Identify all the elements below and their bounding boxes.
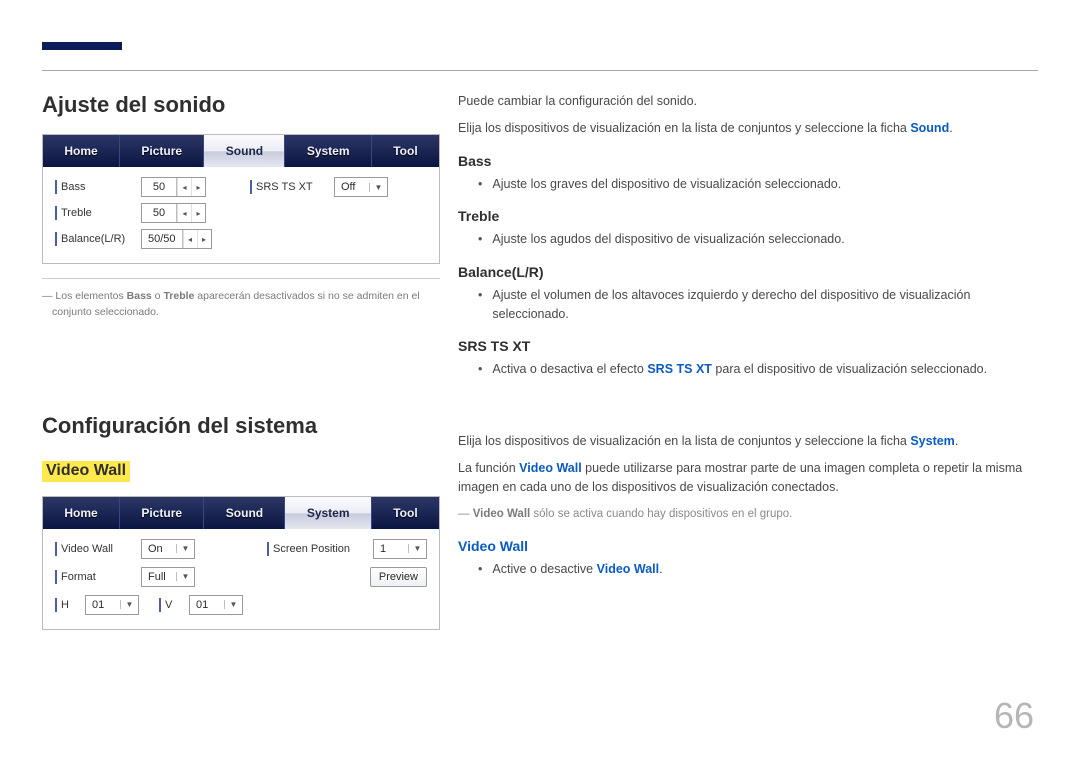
bullet-srs: Activa o desactiva el efecto SRS TS XT p…	[458, 360, 1038, 379]
tab-sound-2[interactable]: Sound	[204, 497, 285, 529]
page-number: 66	[994, 695, 1034, 737]
sound-intro-1: Puede cambiar la configuración del sonid…	[458, 92, 1038, 111]
bullet-videowall: Active o desactive Video Wall.	[458, 560, 1038, 579]
sound-footnote: ― Los elementos Bass o Treble aparecerán…	[42, 289, 440, 321]
sound-panel: Home Picture Sound System Tool Bass 50 ◂…	[42, 134, 440, 264]
tab-tool[interactable]: Tool	[372, 135, 439, 167]
label-format: Format	[55, 570, 135, 584]
system-panel-body: Video Wall On ▼ Screen Position 1 ▼	[43, 529, 439, 629]
heading-treble: Treble	[458, 208, 1038, 224]
arrow-left-icon[interactable]: ◂	[177, 178, 191, 196]
system-panel: Home Picture Sound System Tool Video Wal…	[42, 496, 440, 630]
bullet-treble: Ajuste los agudos del dispositivo de vis…	[458, 230, 1038, 249]
tab-system-2[interactable]: System	[285, 497, 371, 529]
page-content: Ajuste del sonido Home Picture Sound Sys…	[42, 92, 1038, 644]
videowall-select[interactable]: On ▼	[141, 539, 195, 559]
screenpos-select[interactable]: 1 ▼	[373, 539, 427, 559]
label-v: V	[159, 598, 183, 612]
h-value: 01	[86, 599, 120, 611]
right-column: Puede cambiar la configuración del sonid…	[458, 92, 1038, 644]
heading-bass: Bass	[458, 153, 1038, 169]
sound-tabbar: Home Picture Sound System Tool	[43, 135, 439, 167]
tab-tool-2[interactable]: Tool	[372, 497, 439, 529]
label-treble: Treble	[55, 206, 135, 220]
header-rule	[42, 70, 1038, 71]
sound-panel-body: Bass 50 ◂▸ Treble 50 ◂▸	[43, 167, 439, 263]
v-value: 01	[190, 599, 224, 611]
label-videowall: Video Wall	[55, 542, 135, 556]
chevron-down-icon: ▼	[176, 572, 194, 581]
h-select[interactable]: 01 ▼	[85, 595, 139, 615]
chevron-down-icon: ▼	[120, 600, 138, 609]
treble-stepper[interactable]: 50 ◂▸	[141, 203, 206, 223]
sound-intro-2: Elija los dispositivos de visualización …	[458, 119, 1038, 138]
arrow-right-icon[interactable]: ▸	[191, 204, 205, 222]
srs-value: Off	[335, 181, 369, 193]
tab-system[interactable]: System	[285, 135, 371, 167]
header-accent	[42, 42, 122, 50]
chevron-down-icon: ▼	[408, 544, 426, 553]
system-tabbar: Home Picture Sound System Tool	[43, 497, 439, 529]
system-intro-1: Elija los dispositivos de visualización …	[458, 432, 1038, 451]
left-column: Ajuste del sonido Home Picture Sound Sys…	[42, 92, 440, 644]
bass-stepper[interactable]: 50 ◂▸	[141, 177, 206, 197]
videowall-value: On	[142, 543, 176, 555]
heading-srs: SRS TS XT	[458, 338, 1038, 354]
v-select[interactable]: 01 ▼	[189, 595, 243, 615]
heading-videowall: Video Wall	[458, 538, 1038, 554]
balance-value: 50/50	[142, 233, 182, 245]
arrow-right-icon[interactable]: ▸	[191, 178, 205, 196]
bass-value: 50	[142, 181, 176, 193]
tab-picture-2[interactable]: Picture	[120, 497, 204, 529]
section-title-sound: Ajuste del sonido	[42, 92, 440, 118]
bullet-balance: Ajuste el volumen de los altavoces izqui…	[458, 286, 1038, 325]
label-srs: SRS TS XT	[250, 180, 328, 194]
bullet-bass: Ajuste los graves del dispositivo de vis…	[458, 175, 1038, 194]
tab-home[interactable]: Home	[43, 135, 120, 167]
heading-balance: Balance(L/R)	[458, 264, 1038, 280]
arrow-right-icon[interactable]: ▸	[197, 230, 211, 248]
footnote-separator	[42, 278, 440, 279]
format-select[interactable]: Full ▼	[141, 567, 195, 587]
srs-select[interactable]: Off ▼	[334, 177, 388, 197]
tab-picture[interactable]: Picture	[120, 135, 204, 167]
label-screenpos: Screen Position	[267, 542, 367, 556]
treble-value: 50	[142, 207, 176, 219]
system-intro-2: La función Video Wall puede utilizarse p…	[458, 459, 1038, 498]
preview-button[interactable]: Preview	[370, 567, 427, 587]
format-value: Full	[142, 571, 176, 583]
label-bass: Bass	[55, 180, 135, 194]
chevron-down-icon: ▼	[224, 600, 242, 609]
section-title-system: Configuración del sistema	[42, 413, 440, 439]
tab-home-2[interactable]: Home	[43, 497, 120, 529]
arrow-left-icon[interactable]: ◂	[177, 204, 191, 222]
screenpos-value: 1	[374, 543, 408, 555]
video-wall-highlight: Video Wall	[42, 461, 130, 482]
chevron-down-icon: ▼	[176, 544, 194, 553]
tab-sound[interactable]: Sound	[204, 135, 285, 167]
label-h: H	[55, 598, 79, 612]
balance-stepper[interactable]: 50/50 ◂▸	[141, 229, 212, 249]
chevron-down-icon: ▼	[369, 183, 387, 192]
system-note: ― Video Wall sólo se activa cuando hay d…	[458, 506, 1038, 524]
arrow-left-icon[interactable]: ◂	[183, 230, 197, 248]
label-balance: Balance(L/R)	[55, 232, 135, 246]
